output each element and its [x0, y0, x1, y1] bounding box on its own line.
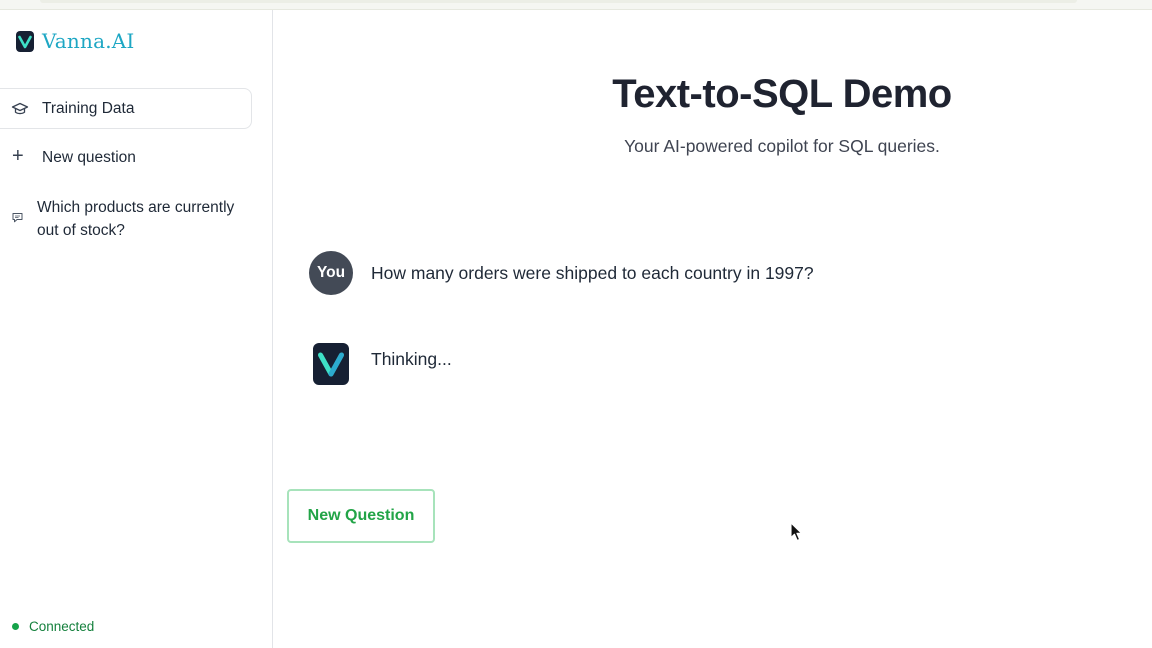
- brand[interactable]: Vanna.AI: [16, 29, 135, 53]
- mouse-cursor-icon: [790, 522, 803, 542]
- assistant-message: Thinking...: [313, 343, 452, 385]
- plus-icon: +: [12, 145, 24, 167]
- main-panel: Text-to-SQL Demo Your AI-powered copilot…: [273, 10, 1152, 648]
- vanna-logo-icon: [16, 30, 34, 52]
- page-title: Text-to-SQL Demo: [612, 72, 952, 116]
- page-subtitle: Your AI-powered copilot for SQL queries.: [624, 136, 940, 156]
- connection-status: Connected: [12, 619, 94, 634]
- sidebar-item-new-question[interactable]: + New question: [0, 138, 252, 178]
- sidebar-item-label: Training Data: [42, 99, 135, 117]
- browser-top-strip: [0, 0, 1152, 10]
- user-avatar: You: [309, 251, 353, 295]
- status-text: Connected: [29, 619, 95, 634]
- vanna-logo-icon: [313, 343, 349, 385]
- status-dot-icon: [12, 623, 19, 630]
- user-message-text: How many orders were shipped to each cou…: [371, 262, 814, 283]
- history-item-label: Which products are currently out of stoc…: [37, 199, 235, 239]
- user-message: You How many orders were shipped to each…: [309, 251, 814, 295]
- chat-bubble-icon: [12, 213, 23, 223]
- history-item[interactable]: Which products are currently out of stoc…: [0, 194, 252, 244]
- sidebar-item-training-data[interactable]: Training Data: [0, 88, 252, 129]
- brand-name: Vanna.AI: [42, 29, 135, 53]
- top-strip-inner: [40, 0, 1077, 3]
- assistant-message-text: Thinking...: [371, 348, 452, 369]
- sidebar: Vanna.AI Training Data + New question Wh…: [0, 10, 273, 648]
- sidebar-item-label: New question: [42, 149, 136, 166]
- new-question-button[interactable]: New Question: [287, 489, 435, 543]
- graduation-cap-icon: [11, 102, 29, 115]
